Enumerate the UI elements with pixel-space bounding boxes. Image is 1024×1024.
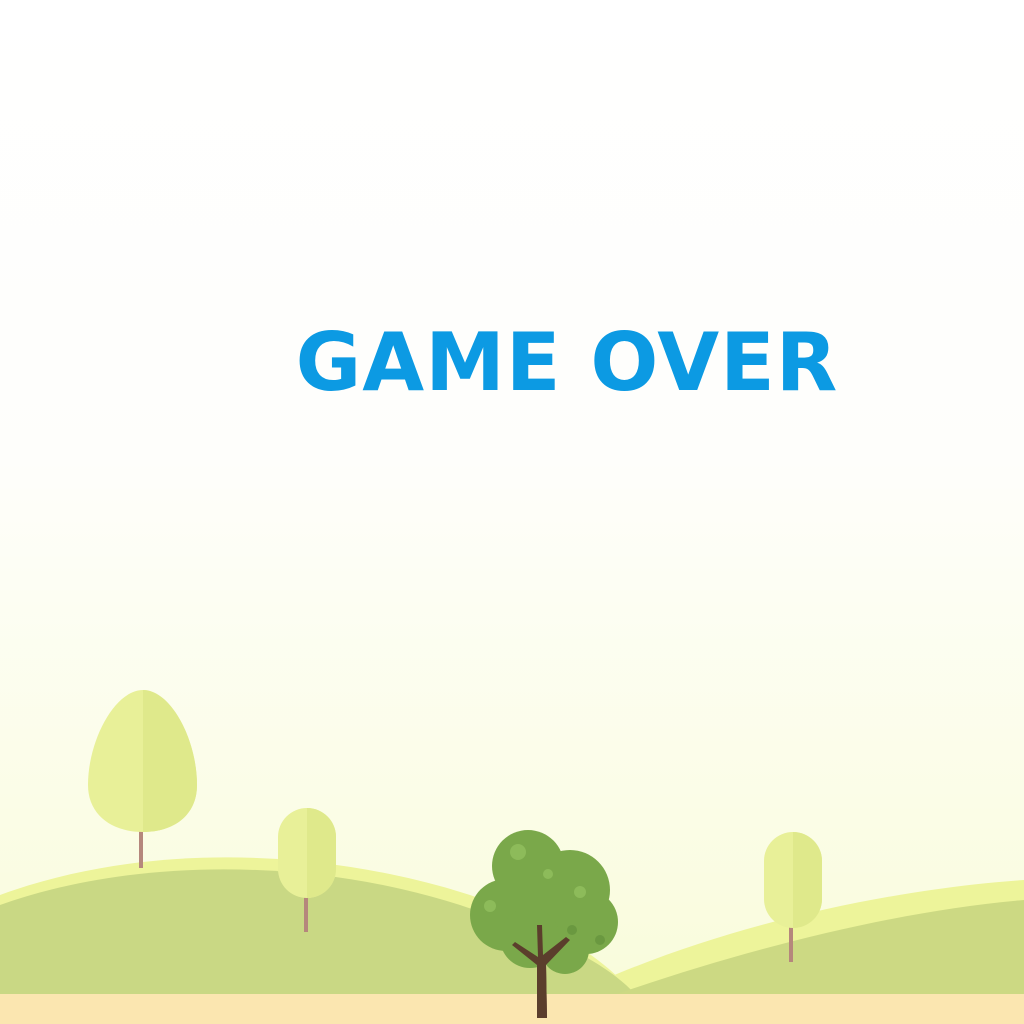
game-over-title: GAME OVER	[295, 316, 839, 409]
landscape-background	[0, 690, 1024, 1024]
tree-icon	[88, 690, 197, 868]
ground	[0, 994, 1024, 1024]
game-over-screen: GAME OVER	[0, 0, 1024, 1024]
